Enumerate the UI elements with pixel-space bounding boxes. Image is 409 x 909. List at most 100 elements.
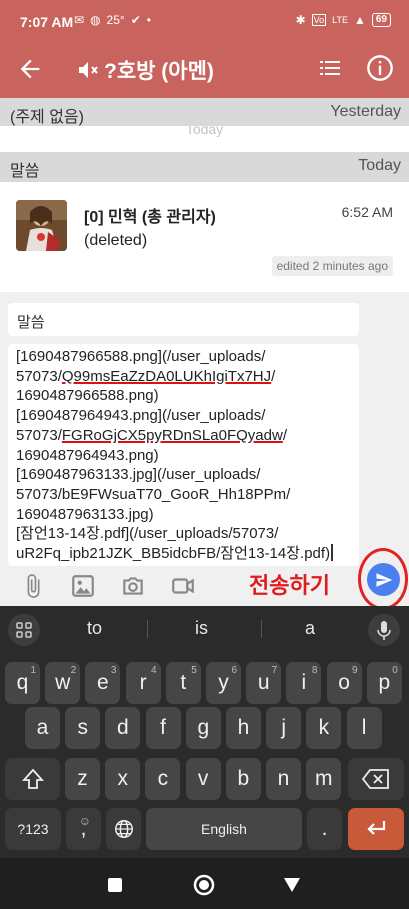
message-input-line: 57073/bE9FWsuaT70_GooR_Hh18PPm/	[16, 485, 359, 505]
key-hint: 1	[30, 665, 36, 676]
line-text: 1690487963133.jpg)	[16, 505, 154, 523]
navigation-bar	[0, 858, 409, 909]
key-r[interactable]: r4	[125, 662, 161, 704]
key-o[interactable]: o9	[326, 662, 362, 704]
key-q[interactable]: q1	[5, 662, 40, 704]
key-d[interactable]: d	[105, 707, 141, 749]
image-icon[interactable]	[70, 573, 96, 599]
period-key-label: .	[321, 817, 328, 840]
key-l[interactable]: l	[346, 707, 382, 749]
key-z[interactable]: z	[65, 758, 100, 800]
key-m[interactable]: m	[306, 758, 342, 800]
key-y[interactable]: y6	[206, 662, 241, 704]
key-c[interactable]: c	[145, 758, 181, 800]
key-a[interactable]: a	[25, 707, 60, 749]
suggestion-1[interactable]: to	[87, 618, 102, 639]
enter-key[interactable]	[348, 808, 404, 850]
key-w[interactable]: w2	[45, 662, 81, 704]
backspace-key[interactable]	[348, 758, 404, 800]
attach-icon[interactable]	[20, 573, 46, 599]
misspelled-text: Q99msEaZzDA0LUKhIgiTx7HJ	[61, 367, 272, 385]
key-f[interactable]: f	[145, 707, 181, 749]
comma-key[interactable]: , ☺	[66, 808, 101, 850]
period-key[interactable]: .	[307, 808, 342, 850]
battery-icon: 69	[371, 13, 391, 27]
key-x[interactable]: x	[105, 758, 141, 800]
topic-name: 말씀	[10, 163, 40, 180]
line-text: 57073/bE9FWsuaT70_GooR_Hh18PPm/	[16, 485, 291, 503]
compose-toolbar	[0, 566, 409, 606]
topic-name: (주제 없음)	[10, 109, 84, 126]
key-u[interactable]: u7	[246, 662, 282, 704]
topic-date: Today	[358, 157, 401, 174]
message-item[interactable]: [0] 민혁 (총 관리자) 6:52 AM (deleted) edited …	[0, 184, 409, 284]
email-icon: ✉	[74, 13, 85, 27]
line-text: /	[282, 426, 287, 444]
home-icon[interactable]	[193, 874, 215, 896]
suggestion-2[interactable]: is	[195, 618, 208, 639]
suggestion-3[interactable]: a	[305, 618, 315, 639]
line-text: [잠언13-14장.pdf](/user_uploads/57073/	[16, 525, 279, 543]
key-b[interactable]: b	[225, 758, 261, 800]
key-hint: 8	[311, 665, 318, 676]
globe-icon	[114, 820, 133, 838]
topic-header-no-topic[interactable]: (주제 없음) Yesterday	[0, 98, 409, 126]
key-v[interactable]: v	[185, 758, 221, 800]
key-g[interactable]: g	[185, 707, 221, 749]
key-t[interactable]: t5	[165, 662, 201, 704]
back-triangle-icon[interactable]	[283, 877, 301, 893]
back-arrow-icon[interactable]	[16, 55, 44, 83]
message-input-line: 1690487964943.png)	[16, 446, 359, 466]
key-j[interactable]: j	[266, 707, 302, 749]
key-t-label: t	[180, 671, 187, 694]
topic-header-malsseum[interactable]: 말씀 Today	[0, 152, 409, 182]
mute-icon	[79, 62, 98, 78]
space-key[interactable]: English	[146, 808, 302, 850]
key-i[interactable]: i8	[286, 662, 322, 704]
key-v-label: v	[197, 767, 209, 790]
topic-input[interactable]: 말씀	[8, 303, 359, 336]
keyboard-menu-button[interactable]	[8, 614, 40, 646]
shift-key[interactable]	[5, 758, 60, 800]
message-input-line: [1690487963133.jpg](/user_uploads/	[16, 465, 359, 485]
key-h[interactable]: h	[226, 707, 261, 749]
key-hint: 7	[271, 665, 278, 676]
stream-title[interactable]: ?호방 (아멘)	[104, 55, 214, 85]
send-button[interactable]	[367, 563, 400, 596]
key-e-label: e	[97, 671, 109, 694]
topic-date: Yesterday	[330, 103, 401, 120]
emoji-icon: ☺	[78, 814, 91, 828]
line-text: 57073/	[16, 426, 62, 444]
key-hint: 9	[352, 665, 358, 676]
symbols-key-label: ?123	[17, 821, 49, 837]
key-c-label: c	[157, 767, 169, 790]
line-text: 57073/	[16, 367, 62, 385]
key-hint: 4	[151, 665, 157, 676]
topic-list-icon[interactable]	[318, 56, 342, 80]
video-icon[interactable]	[170, 573, 196, 599]
key-k[interactable]: k	[306, 707, 342, 749]
mic-button[interactable]	[368, 614, 400, 646]
line-text: 1690487966588.png)	[16, 387, 159, 405]
avatar[interactable]	[16, 200, 67, 251]
grid-icon	[16, 622, 32, 638]
key-y-label: y	[218, 671, 229, 694]
camera-icon[interactable]	[120, 573, 146, 599]
key-o-label: o	[338, 671, 350, 694]
language-key[interactable]	[106, 808, 141, 850]
key-p-label: p	[378, 671, 391, 694]
symbols-key[interactable]: ?123	[5, 808, 61, 850]
info-icon[interactable]	[366, 54, 394, 82]
key-e[interactable]: e3	[85, 662, 121, 704]
message-sender[interactable]: [0] 민혁 (총 관리자)	[84, 203, 216, 227]
key-n[interactable]: n	[266, 758, 301, 800]
mic-icon	[377, 621, 391, 640]
key-hint: 0	[392, 665, 398, 676]
text-cursor	[331, 544, 333, 562]
message-input[interactable]: [1690487966588.png](/user_uploads/57073/…	[8, 344, 359, 566]
status-bar: 7:07 AM ✉ ◍ 25° ✔ • ✱ Vo LTE ▲ 69	[0, 0, 409, 44]
key-s[interactable]: s	[65, 707, 101, 749]
recent-apps-icon[interactable]	[107, 877, 123, 893]
key-p[interactable]: p0	[366, 662, 402, 704]
key-g-label: g	[197, 716, 210, 739]
